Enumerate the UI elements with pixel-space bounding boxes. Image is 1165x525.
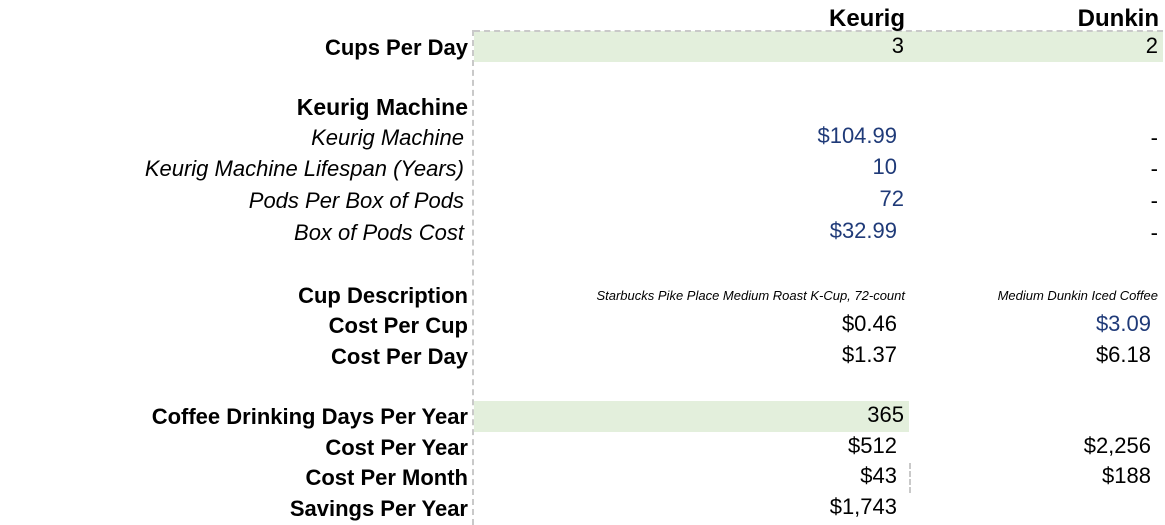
dunkin-cup-description-cell[interactable]: Medium Dunkin Iced Coffee [998, 289, 1158, 302]
savings-per-year-label: Savings Per Year [289, 496, 468, 521]
keurig-cost-per-year-cell[interactable]: $512 [848, 435, 897, 457]
cost-per-year-label: Cost Per Year [325, 435, 468, 460]
keurig-days-per-year-cell[interactable]: 365 [867, 404, 904, 426]
keurig-box-cost-cell[interactable]: $32.99 [830, 220, 897, 242]
dunkin-cost-per-year-cell[interactable]: $2,256 [1084, 435, 1151, 457]
dunkin-cost-per-day-cell[interactable]: $6.18 [1096, 344, 1151, 366]
cup-description-label: Cup Description [298, 283, 468, 308]
dunkin-box-cost-cell[interactable]: - [1151, 222, 1158, 244]
keurig-pods-per-box-cell[interactable]: 72 [880, 188, 904, 210]
cost-per-day-label: Cost Per Day [331, 344, 468, 369]
keurig-machine-label: Keurig Machine [311, 125, 464, 150]
days-per-year-highlight [474, 401, 909, 432]
box-of-pods-cost-label: Box of Pods Cost [294, 220, 464, 245]
cups-per-day-highlight [474, 31, 1163, 62]
cost-per-cup-label: Cost Per Cup [328, 313, 468, 338]
keurig-lifespan-cell[interactable]: 10 [873, 156, 897, 178]
dunkin-lifespan-cell[interactable]: - [1151, 158, 1158, 180]
dunkin-cups-per-day-cell[interactable]: 2 [1146, 35, 1158, 57]
month-cell-dashed-border [909, 463, 911, 493]
keurig-cost-per-day-cell[interactable]: $1.37 [842, 344, 897, 366]
machine-lifespan-label: Keurig Machine Lifespan (Years) [144, 156, 464, 181]
dunkin-machine-price-cell[interactable]: - [1151, 127, 1158, 149]
dunkin-cost-per-month-cell[interactable]: $188 [1102, 465, 1151, 487]
days-per-year-label: Coffee Drinking Days Per Year [151, 404, 468, 429]
keurig-machine-price-cell[interactable]: $104.99 [817, 125, 897, 147]
keurig-column-header: Keurig [828, 5, 905, 32]
keurig-savings-per-year-cell[interactable]: $1,743 [830, 496, 897, 518]
dunkin-pods-per-box-cell[interactable]: - [1151, 190, 1158, 212]
keurig-cost-per-cup-cell[interactable]: $0.46 [842, 313, 897, 335]
keurig-machine-section-heading: Keurig Machine [296, 94, 468, 120]
column-dashed-border [472, 30, 474, 525]
header-dashed-border [474, 30, 1163, 32]
dunkin-cost-per-cup-cell[interactable]: $3.09 [1096, 313, 1151, 335]
keurig-cost-per-month-cell[interactable]: $43 [860, 465, 897, 487]
pods-per-box-label: Pods Per Box of Pods [248, 188, 464, 213]
keurig-cup-description-cell[interactable]: Starbucks Pike Place Medium Roast K-Cup,… [596, 289, 905, 302]
dunkin-column-header: Dunkin [1077, 5, 1159, 32]
cost-per-month-label: Cost Per Month [305, 465, 468, 490]
keurig-cups-per-day-cell[interactable]: 3 [892, 35, 904, 57]
cups-per-day-label: Cups Per Day [324, 35, 468, 60]
